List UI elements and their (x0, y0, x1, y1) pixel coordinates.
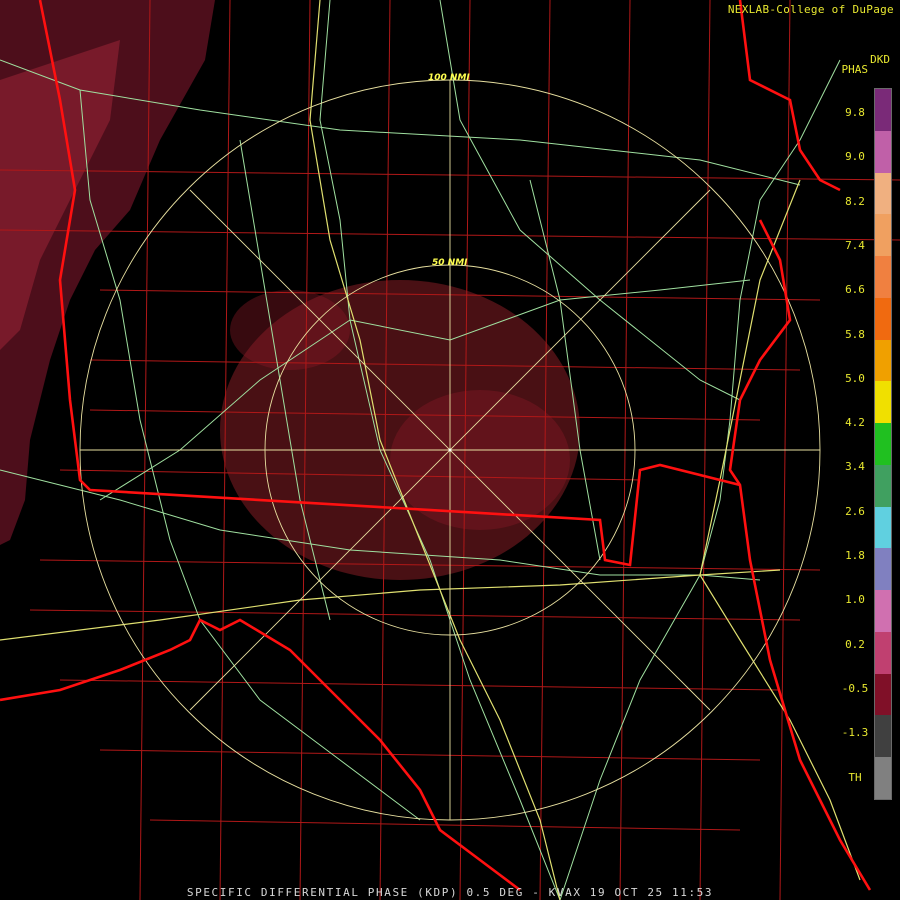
legend-color-1 (875, 130, 891, 173)
legend-tick: -1.3 (841, 726, 869, 740)
legend-color-10 (875, 506, 891, 549)
radar-viewer: 100 NMI 50 NMI NEXLAB-College of DuPage … (0, 0, 900, 900)
legend-tick: 9.0 (845, 150, 865, 164)
legend-tick: 1.0 (845, 593, 865, 607)
legend-tick: 5.8 (845, 327, 865, 341)
legend-color-9 (875, 464, 891, 507)
legend-color-0 (875, 89, 891, 131)
legend-tick: 9.8 (845, 106, 865, 119)
legend-color-13 (875, 631, 891, 674)
legend-tick: 6.6 (845, 283, 865, 297)
legend-tick: -0.5 (841, 681, 869, 695)
legend-color-2 (875, 172, 891, 215)
range-label-50: 50 NMI (432, 258, 468, 268)
color-legend-bar (874, 88, 892, 800)
credit-label: NEXLAB-College of DuPage (727, 3, 894, 16)
units-label-1: DKD (870, 53, 890, 66)
legend-tick: 3.4 (845, 460, 865, 474)
legend-color-5 (875, 297, 891, 340)
legend-tick: 2.6 (845, 504, 865, 518)
legend-color-6 (875, 339, 891, 382)
radar-site (448, 448, 452, 452)
units-label-2: PHAS (841, 63, 869, 76)
legend-tick: 8.2 (845, 194, 865, 208)
radar-map[interactable] (0, 0, 900, 900)
legend-tick: 5.0 (845, 371, 865, 385)
legend-color-4 (875, 256, 891, 298)
legend-color-16 (875, 757, 891, 799)
legend-tick: 7.4 (845, 238, 865, 252)
legend-tick: 0.2 (845, 637, 865, 651)
legend-tick: TH (848, 770, 862, 784)
legend-color-12 (875, 590, 891, 632)
legend-color-7 (875, 381, 891, 423)
legend-tick: 4.2 (845, 416, 865, 430)
legend-color-3 (875, 214, 891, 256)
legend-tick: 1.8 (845, 549, 865, 562)
legend-color-14 (875, 673, 891, 716)
product-footer: SPECIFIC DIFFERENTIAL PHASE (KDP) 0.5 DE… (186, 886, 714, 899)
legend-color-15 (875, 715, 891, 757)
range-label-100: 100 NMI (428, 73, 470, 83)
legend-color-8 (875, 423, 891, 465)
legend-color-11 (875, 548, 891, 590)
